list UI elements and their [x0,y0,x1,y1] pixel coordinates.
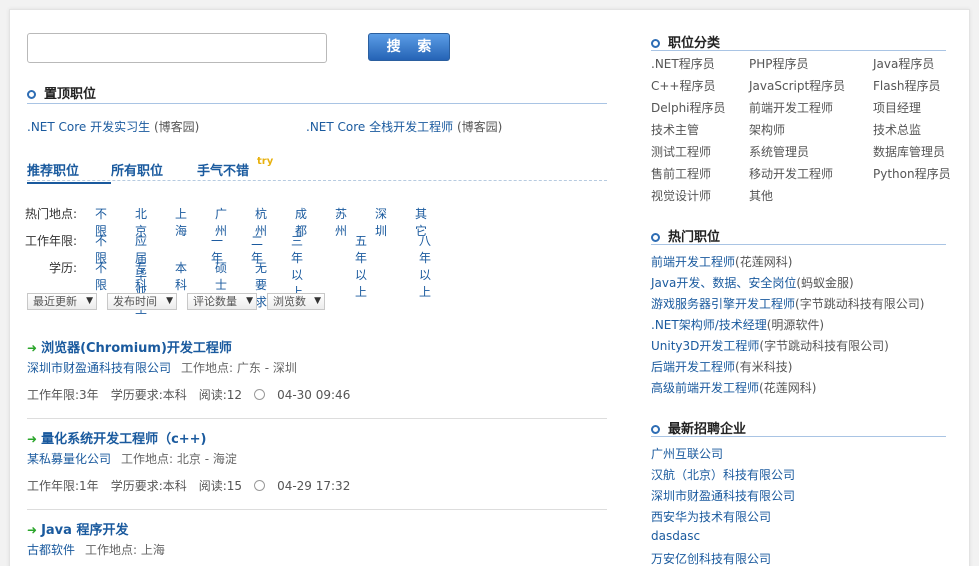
category-link[interactable]: 技术主管 [651,121,699,138]
top-job-link[interactable]: .NET Core 全栈开发工程师 (博客园) [306,118,502,135]
category-link[interactable]: 前端开发工程师 [749,99,833,116]
category-link[interactable]: 架构师 [749,121,785,138]
filter-option[interactable]: 本科 [175,259,187,293]
company-link[interactable]: 汉航（北京）科技有限公司 [651,466,795,483]
company-link[interactable]: 深圳市财盈通科技有限公司 [651,487,795,504]
search-button[interactable]: 搜 索 [368,33,450,61]
category-link[interactable]: 项目经理 [873,99,921,116]
filter-option[interactable]: 八年以上 [419,232,431,300]
filter-option[interactable]: 不限 [95,259,107,293]
arrow-right-icon: ➜ [27,523,38,537]
page-frame: 搜 索 置顶职位 .NET Core 开发实习生 (博客园) .NET Core… [9,9,970,566]
categories-heading: 职位分类 [651,32,720,52]
category-link[interactable]: PHP程序员 [749,55,809,72]
category-link[interactable]: Java程序员 [873,55,934,72]
job-meta: 工作年限:1年 学历要求:本科 阅读:15 04-29 17:32 [27,479,351,493]
search-input[interactable] [27,33,327,63]
hot-job-link[interactable]: Java开发、数据、安全岗位(蚂蚁金服) [651,274,854,291]
job-title-link[interactable]: ➜ 量化系统开发工程师（c++) [27,428,207,447]
filter-option[interactable]: 五年以上 [355,232,367,300]
job-tabs: 推荐职位 所有职位 手气不错 try [27,156,607,184]
hot-job-link[interactable]: 高级前端开发工程师(花莲网科) [651,379,816,396]
category-link[interactable]: 系统管理员 [749,143,809,160]
top-jobs-heading: 置顶职位 [27,83,96,103]
divider [27,103,607,104]
bullet-icon [27,90,36,99]
category-link[interactable]: C++程序员 [651,77,716,94]
clock-icon [254,480,266,491]
arrow-down-icon: ▼ [314,296,321,306]
job-meta: 工作年限:3年 学历要求:本科 阅读:12 04-30 09:46 [27,388,351,402]
category-link[interactable]: 移动开发工程师 [749,165,833,182]
hot-job-link[interactable]: Unity3D开发工程师(字节跳动科技有限公司) [651,337,889,354]
arrow-down-icon: ▼ [86,296,93,306]
filter-label: 工作年限: [24,234,77,248]
category-link[interactable]: 测试工程师 [651,143,711,160]
job-location: 工作地点: 北京 - 海淀 [121,452,237,466]
category-link[interactable]: Delphi程序员 [651,99,726,116]
divider [651,50,946,51]
company-link[interactable]: dasdasc [651,529,700,543]
job-title-link[interactable]: ➜ Java 程序开发 [27,519,128,538]
filter-option[interactable]: 三年以上 [291,232,303,300]
try-badge: try [257,156,274,167]
hot-job-link[interactable]: 后端开发工程师(有米科技) [651,358,792,375]
top-job-link[interactable]: .NET Core 开发实习生 (博客园) [27,118,199,135]
divider [651,436,946,437]
sort-latest[interactable]: 最近更新 ▼ [27,293,97,310]
company-link[interactable]: 广州互联公司 [651,445,723,462]
category-link[interactable]: 视觉设计师 [651,187,711,204]
filter-label: 学历: [48,261,77,275]
hot-job-link[interactable]: 游戏服务器引擎开发工程师(字节跳动科技有限公司) [651,295,924,312]
company-link[interactable]: 古都软件 [27,543,75,557]
bullet-icon [651,233,660,242]
category-link[interactable]: .NET程序员 [651,55,715,72]
category-link[interactable]: 售前工程师 [651,165,711,182]
arrow-down-icon: ▼ [166,296,173,306]
tab-all[interactable]: 所有职位 [111,160,163,179]
filter-option[interactable]: 深圳 [375,205,387,239]
filter-option[interactable]: 专科 [135,259,147,293]
filter-label: 热门地点: [24,207,77,221]
arrow-right-icon: ➜ [27,341,38,355]
arrow-right-icon: ➜ [27,432,38,446]
tab-lucky[interactable]: 手气不错 [197,160,249,179]
category-link[interactable]: Python程序员 [873,165,951,182]
arrow-down-icon: ▼ [246,296,253,306]
tabs-divider [27,180,607,181]
job-location: 工作地点: 上海 [85,543,165,557]
category-link[interactable]: Flash程序员 [873,77,940,94]
company-link[interactable]: 西安华为技术有限公司 [651,508,771,525]
job-title-link[interactable]: ➜ 浏览器(Chromium)开发工程师 [27,337,232,356]
company-link[interactable]: 万安亿创科技有限公司 [651,550,771,566]
category-link[interactable]: 技术总监 [873,121,921,138]
hot-jobs-heading: 热门职位 [651,226,720,246]
category-link[interactable]: JavaScript程序员 [749,77,845,94]
new-companies-heading: 最新招聘企业 [651,418,746,438]
filter-option[interactable]: 苏州 [335,205,347,239]
filter-option[interactable]: 上海 [175,205,187,239]
category-link[interactable]: 其他 [749,187,773,204]
divider [27,418,607,419]
hot-job-link[interactable]: .NET架构师/技术经理(明源软件) [651,316,824,333]
hot-job-link[interactable]: 前端开发工程师(花莲网科) [651,253,792,270]
clock-icon [254,389,266,400]
filter-option[interactable]: 硕士 [215,259,227,293]
divider [27,509,607,510]
company-link[interactable]: 深圳市财盈通科技有限公司 [27,361,171,375]
job-location: 工作地点: 广东 - 深圳 [181,361,297,375]
sort-publish-time[interactable]: 发布时间 ▼ [107,293,177,310]
sort-comments[interactable]: 评论数量 ▼ [187,293,257,310]
category-link[interactable]: 数据库管理员 [873,143,945,160]
bullet-icon [651,425,660,434]
sort-views[interactable]: 浏览数 ▼ [267,293,325,310]
divider [651,244,946,245]
bullet-icon [651,39,660,48]
company-link[interactable]: 某私募量化公司 [27,452,111,466]
